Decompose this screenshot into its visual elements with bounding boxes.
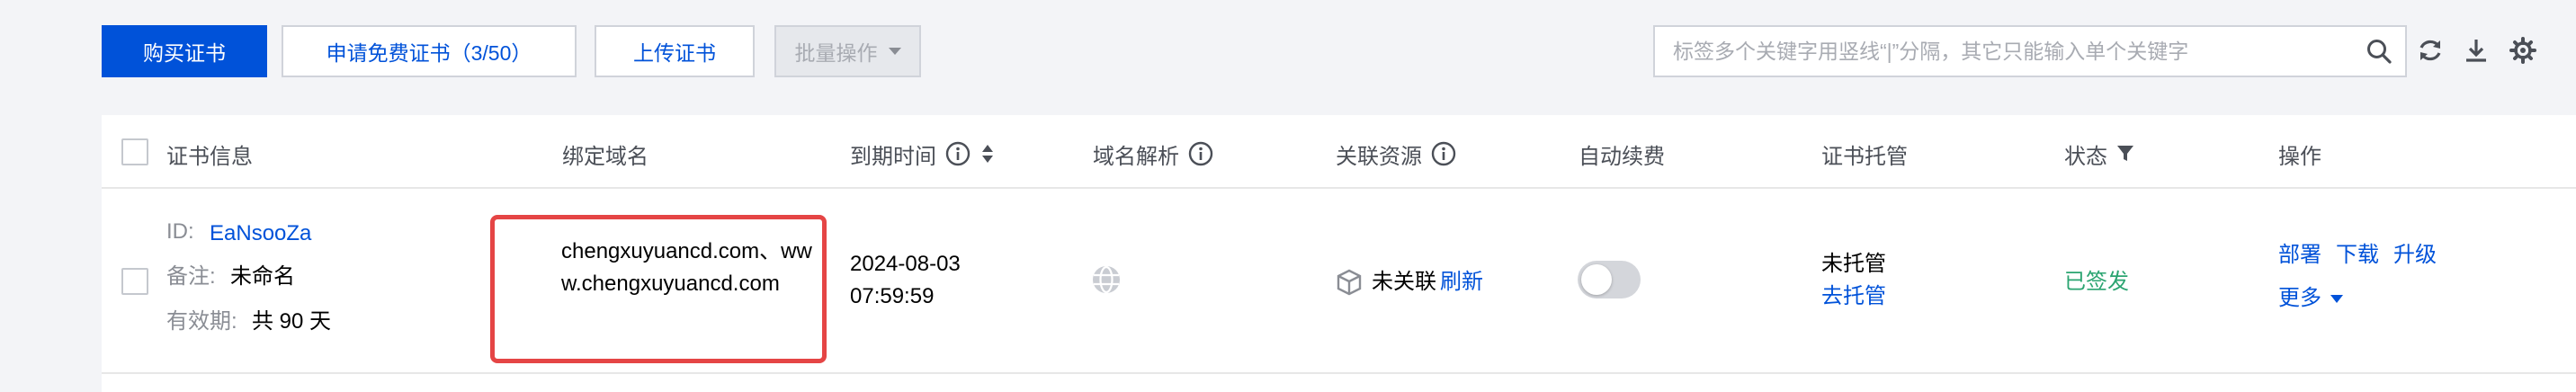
cert-id-label: ID:	[166, 219, 194, 244]
refresh-icon[interactable]	[2412, 32, 2448, 68]
bound-domain-text: chengxuyuancd.com、www.chengxuyuancd.com	[561, 239, 812, 296]
info-icon[interactable]	[945, 141, 970, 166]
cert-id-link[interactable]: EaNsooZa	[210, 218, 311, 250]
buy-certificate-button[interactable]: 购买证书	[102, 25, 267, 77]
remark-value: 未命名	[230, 264, 295, 289]
go-hosting-link[interactable]: 去托管	[1821, 281, 1886, 313]
header-hosting: 证书托管	[1821, 144, 1908, 169]
remark-label: 备注:	[166, 264, 216, 289]
toolbar: 购买证书 申请免费证书（3/50） 上传证书 批量操作	[0, 0, 2576, 99]
header-resources: 关联资源	[1336, 138, 1456, 169]
resource-status: 未关联	[1372, 270, 1436, 294]
caret-down-icon	[2330, 294, 2343, 303]
header-dns-label: 域名解析	[1093, 144, 1179, 169]
caret-down-icon	[888, 48, 901, 55]
auto-renew-toggle[interactable]	[1578, 261, 1641, 298]
search-input[interactable]	[1673, 39, 2353, 64]
expire-time: 07:59:59	[850, 284, 935, 308]
refresh-resources-link[interactable]: 刷新	[1440, 266, 1483, 298]
batch-operation-label: 批量操作	[794, 41, 878, 65]
more-actions-dropdown[interactable]: 更多	[2278, 282, 2343, 315]
table-row: ID: EaNsooZa 备注: 未命名 有效期: 共 90 天 chengxu…	[102, 191, 2576, 374]
sort-icon[interactable]	[979, 142, 996, 165]
filter-icon[interactable]	[2116, 144, 2134, 164]
toggle-knob	[1581, 264, 1612, 295]
header-auto-renew: 自动续费	[1579, 144, 1665, 169]
header-bound-domain: 绑定域名	[562, 144, 648, 169]
search-box	[1653, 25, 2407, 77]
deploy-link[interactable]: 部署	[2278, 239, 2321, 272]
settings-gear-icon[interactable]	[2505, 32, 2541, 68]
upload-certificate-button[interactable]: 上传证书	[595, 25, 755, 77]
header-actions: 操作	[2278, 144, 2321, 169]
header-dns: 域名解析	[1093, 138, 1213, 169]
globe-icon[interactable]	[1091, 264, 1123, 297]
info-icon[interactable]	[1431, 141, 1456, 166]
download-link[interactable]: 下载	[2336, 239, 2379, 272]
batch-operation-button[interactable]: 批量操作	[774, 25, 921, 77]
status-badge: 已签发	[2064, 270, 2129, 294]
cube-icon	[1336, 268, 1363, 298]
search-icon[interactable]	[2353, 27, 2405, 76]
header-expire-time-label: 到期时间	[850, 144, 936, 169]
header-cert-info: 证书信息	[166, 144, 253, 169]
select-all-checkbox[interactable]	[121, 138, 148, 165]
header-resources-label: 关联资源	[1336, 144, 1422, 169]
upgrade-link[interactable]: 升级	[2393, 239, 2437, 272]
row-checkbox[interactable]	[121, 268, 148, 295]
header-status-label: 状态	[2064, 144, 2107, 169]
expire-date: 2024-08-03	[850, 252, 961, 276]
more-actions-label: 更多	[2278, 286, 2321, 310]
info-icon[interactable]	[1188, 141, 1213, 166]
validity-value: 共 90 天	[252, 309, 332, 334]
table-header: 证书信息 绑定域名 到期时间 域名解析 关联资源 自动续费 证书托管 状态 操作	[102, 115, 2576, 189]
hosting-status: 未托管	[1821, 252, 1886, 276]
certificate-table: 证书信息 绑定域名 到期时间 域名解析 关联资源 自动续费 证书托管 状态 操作…	[102, 115, 2576, 392]
download-icon[interactable]	[2458, 32, 2494, 68]
header-status: 状态	[2064, 138, 2134, 169]
header-expire-time: 到期时间	[850, 138, 996, 169]
apply-free-certificate-button[interactable]: 申请免费证书（3/50）	[282, 25, 577, 77]
validity-label: 有效期:	[166, 309, 237, 334]
